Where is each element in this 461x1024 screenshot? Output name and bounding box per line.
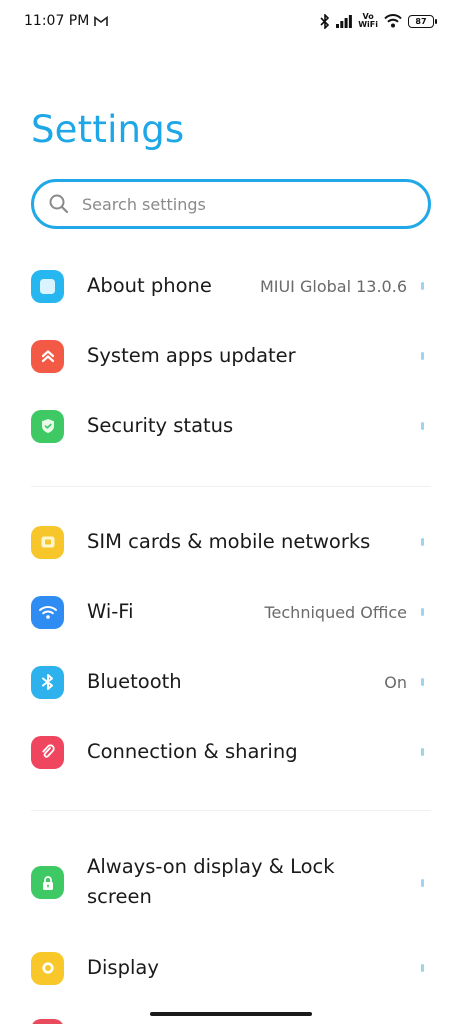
shield-check-icon — [31, 409, 64, 443]
status-bar: 11:07 PM Vo WiFi 87 — [0, 0, 461, 42]
home-indicator[interactable] — [150, 1012, 312, 1016]
settings-item-wifi[interactable]: Wi-Fi Techniqued Office — [0, 592, 461, 632]
settings-item-label: Bluetooth — [87, 670, 182, 693]
settings-item-value: MIUI Global 13.0.6 — [259, 276, 407, 296]
search-input[interactable] — [82, 194, 402, 214]
settings-item-security-status[interactable]: Security status — [0, 406, 461, 446]
settings-item-sim-cards[interactable]: SIM cards & mobile networks — [0, 522, 461, 562]
section-divider — [31, 810, 431, 811]
settings-item-connection-sharing[interactable]: Connection & sharing — [0, 732, 461, 772]
section-divider — [31, 486, 431, 487]
settings-item-always-on-display[interactable]: Always-on display & Lock screen — [0, 852, 461, 914]
sun-icon — [31, 951, 64, 985]
chevron-right-icon — [421, 538, 424, 546]
settings-item-display[interactable]: Display — [0, 948, 461, 988]
settings-item-label: Security status — [87, 414, 234, 437]
phone-icon — [31, 269, 64, 303]
next-item-icon — [31, 1019, 64, 1024]
chevron-right-icon — [421, 678, 424, 686]
settings-item-label: Wi-Fi — [87, 600, 134, 623]
battery-icon: 87 — [408, 14, 437, 28]
gmail-icon — [94, 15, 109, 27]
status-time: 11:07 PM — [24, 13, 90, 29]
settings-item-label: About phone — [87, 274, 212, 297]
chevron-right-icon — [421, 879, 424, 887]
bluetooth-icon — [31, 665, 64, 699]
bluetooth-status-icon — [320, 13, 330, 29]
search-bar[interactable] — [31, 179, 431, 229]
chevron-right-icon — [421, 964, 424, 972]
wifi-icon — [31, 595, 64, 629]
settings-item-value: On — [384, 672, 407, 692]
settings-item-label: Always-on display & Lock screen — [87, 855, 335, 908]
chevron-right-icon — [421, 748, 424, 756]
chevron-right-icon — [421, 352, 424, 360]
settings-item-bluetooth[interactable]: Bluetooth On — [0, 662, 461, 702]
chevron-right-icon — [421, 422, 424, 430]
wifi-status-icon — [384, 14, 402, 28]
double-chevron-up-icon — [31, 339, 64, 373]
settings-item-system-apps-updater[interactable]: System apps updater — [0, 336, 461, 376]
settings-screen: 11:07 PM Vo WiFi 87 Settings Search sett… — [0, 0, 461, 1024]
page-title: Settings — [31, 108, 185, 151]
settings-item-label: SIM cards & mobile networks — [87, 530, 371, 553]
settings-item-label: System apps updater — [87, 344, 296, 367]
sim-card-icon — [31, 525, 64, 559]
link-icon — [31, 735, 64, 769]
lock-icon — [31, 866, 64, 899]
vowifi-bottom-text: WiFi — [358, 20, 378, 29]
cell-signal-icon — [336, 14, 353, 28]
settings-item-label: Connection & sharing — [87, 740, 298, 763]
settings-item-label: Display — [87, 956, 159, 979]
battery-level: 87 — [415, 16, 427, 26]
settings-item-value: Techniqued Office — [264, 602, 407, 622]
chevron-right-icon — [421, 282, 424, 290]
settings-item-about-phone[interactable]: About phone MIUI Global 13.0.6 — [0, 266, 461, 306]
search-icon — [48, 193, 70, 215]
chevron-right-icon — [421, 608, 424, 616]
vowifi-indicator: Vo WiFi — [358, 13, 378, 29]
